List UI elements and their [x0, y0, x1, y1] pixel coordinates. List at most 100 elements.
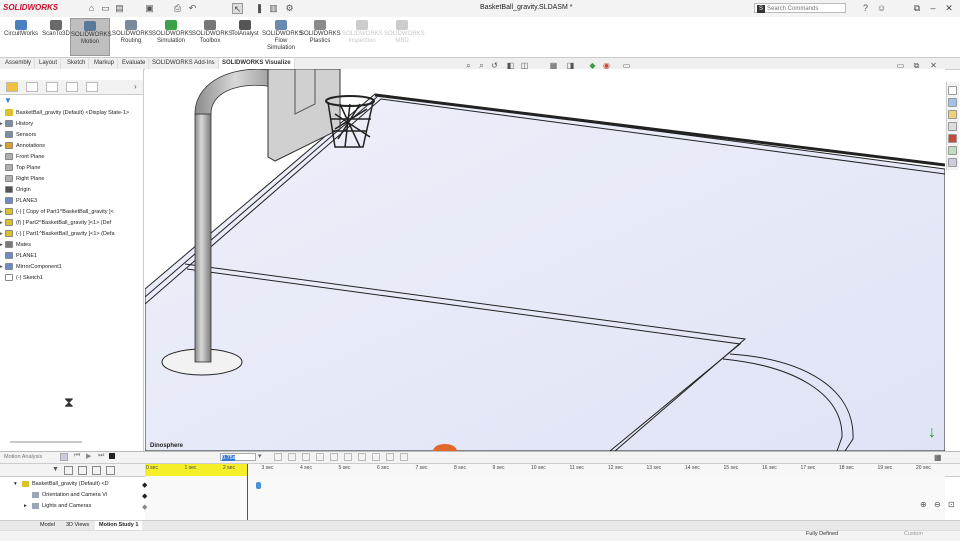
feature-tree-tab-icon[interactable] — [6, 82, 18, 92]
file-properties-icon[interactable]: ▥ — [268, 3, 279, 14]
tree-item[interactable]: Sensors — [0, 130, 143, 141]
collapse-tree-icon[interactable] — [92, 466, 101, 475]
home-icon[interactable]: ⌂ — [86, 3, 97, 14]
playback-time-field[interactable]: 0.75s — [220, 453, 256, 461]
tree-item[interactable]: ▸ Mates — [0, 240, 143, 251]
motion-table-icon[interactable]: ▦ — [934, 453, 942, 462]
filter-selected-icon[interactable] — [78, 466, 87, 475]
tree-item[interactable]: ▸ (-) [ Copy of Part1^BasketBall_gravity … — [0, 207, 143, 218]
graphics-viewport[interactable]: Dinosphere — [145, 69, 945, 451]
configuration-manager-tab-icon[interactable] — [46, 82, 58, 92]
tab-layout[interactable]: Layout — [36, 58, 62, 69]
undo-icon[interactable]: ↶ — [187, 3, 198, 14]
resources-icon[interactable] — [948, 98, 957, 107]
account-icon[interactable]: ☺ — [876, 3, 887, 14]
chevron-right-icon[interactable]: › — [134, 82, 137, 91]
display-manager-tab-icon[interactable] — [86, 82, 98, 92]
dynamic-annotation-icon[interactable]: ◫ — [520, 61, 529, 70]
file-explorer-icon[interactable] — [948, 122, 957, 131]
expand-arrow-icon[interactable]: ▾ — [14, 479, 22, 490]
filter-animated-icon[interactable]: ▼ — [52, 466, 59, 473]
viewport-close-icon[interactable]: ✕ — [929, 61, 938, 70]
tree-item[interactable]: ▸ (f) [ Part2^BasketBall_gravity ]<1> (De… — [0, 218, 143, 229]
close-icon[interactable]: ✕ — [942, 2, 956, 15]
print-icon[interactable]: ⎙ — [172, 3, 183, 14]
restore-window-icon[interactable]: ⧉ — [910, 2, 924, 15]
design-library-icon[interactable] — [948, 110, 957, 119]
time-bar[interactable] — [247, 464, 248, 520]
viewport-minimize-icon[interactable]: ▭ — [896, 61, 905, 70]
study-type-select[interactable]: Motion Analysis — [4, 454, 42, 460]
search-commands-input[interactable]: Search Commands — [754, 3, 846, 13]
motion-tree-row[interactable]: Orientation and Camera Vi — [0, 490, 140, 501]
tree-item[interactable]: Top Plane — [0, 163, 143, 174]
view-orientation-icon[interactable]: ▦ — [549, 61, 558, 70]
zoom-out-timeline-icon[interactable]: ⊖ — [934, 500, 941, 509]
zoom-timeline-icon[interactable] — [106, 466, 115, 475]
previous-view-icon[interactable]: ↺ — [490, 61, 499, 70]
property-manager-tab-icon[interactable] — [26, 82, 38, 92]
ribbon-button-inspection[interactable]: SOLIDWORKS Inspection — [342, 18, 383, 56]
zoom-to-fit-icon[interactable]: ⌕ — [464, 61, 473, 70]
key-point-1[interactable]: ◆ — [142, 481, 147, 489]
zoom-fit-timeline-icon[interactable]: ⊡ — [948, 500, 955, 509]
ribbon-button-routing[interactable]: SOLIDWORKS Routing — [112, 18, 153, 56]
hide-show-items-icon[interactable]: ◆ — [588, 61, 597, 70]
ribbon-button-plastics[interactable]: SOLIDWORKS Plastics — [300, 18, 341, 56]
key-point-2[interactable]: ◆ — [142, 492, 147, 500]
timeline-key[interactable] — [256, 482, 261, 489]
save-icon[interactable]: ▣ — [144, 3, 155, 14]
ribbon-button-scan[interactable]: ScanTo3D — [42, 18, 70, 56]
ribbon-button-mbd[interactable]: SOLIDWORKS MBD — [384, 18, 425, 56]
home-taskpane-icon[interactable] — [948, 86, 957, 95]
filter-icon[interactable]: ▼ — [4, 96, 12, 105]
motion-tree-row[interactable]: ▾ BasketBall_gravity (Default) <D — [0, 479, 140, 490]
rebuild-icon[interactable]: ❚ — [254, 3, 265, 14]
panel-scrollbar[interactable] — [10, 441, 82, 443]
tree-item[interactable]: Origin — [0, 185, 143, 196]
tree-item[interactable]: (-) Sketch1 — [0, 273, 143, 284]
zoom-area-icon[interactable]: ⌕ — [477, 61, 486, 70]
view-settings-icon[interactable]: ▭ — [622, 61, 631, 70]
ribbon-button-flow[interactable]: SOLIDWORKS Flow Simulation — [262, 18, 303, 56]
tab-markup[interactable]: Markup — [91, 58, 119, 69]
tree-item[interactable]: ▸ Annotations — [0, 141, 143, 152]
key-point-3[interactable]: ◆ — [142, 503, 147, 511]
play-icon[interactable]: ▶ — [86, 452, 91, 460]
tree-item[interactable]: PLANE3 — [0, 196, 143, 207]
tab-assembly[interactable]: Assembly — [2, 58, 36, 69]
tab-solidworks-visualize[interactable]: SOLIDWORKS Visualize — [219, 58, 295, 69]
tree-root[interactable]: BasketBall_gravity (Default) <Display St… — [0, 108, 143, 119]
motion-tree-row[interactable]: ▸ Lights and Cameras — [0, 501, 140, 512]
select-icon[interactable]: ↖ — [232, 3, 243, 14]
options-icon[interactable]: ⚙ — [284, 3, 295, 14]
bottom-tab-3d-views[interactable]: 3D Views — [62, 521, 93, 530]
open-icon[interactable]: ▤ — [114, 3, 125, 14]
tab-sketch[interactable]: Sketch — [64, 58, 90, 69]
custom-properties-icon[interactable] — [948, 146, 957, 155]
tree-item[interactable]: Front Plane — [0, 152, 143, 163]
timeline-grid[interactable] — [145, 476, 945, 520]
section-view-icon[interactable]: ◧ — [506, 61, 515, 70]
tree-item[interactable]: ▸ History — [0, 119, 143, 130]
minimize-icon[interactable]: – — [926, 2, 940, 15]
tree-item[interactable]: ▸ MirrorComponent1 — [0, 262, 143, 273]
ribbon-button-simulation[interactable]: SOLIDWORKS Simulation — [152, 18, 193, 56]
tree-item[interactable]: Right Plane — [0, 174, 143, 185]
appearances-icon[interactable] — [948, 134, 957, 143]
dimxpert-tab-icon[interactable] — [66, 82, 78, 92]
ribbon-button-tolanalyst[interactable]: TolAnalyst — [230, 18, 260, 56]
tree-item[interactable]: ▸ (-) [ Part1^BasketBall_gravity ]<1> (De… — [0, 229, 143, 240]
ribbon-button-motion[interactable]: SOLIDWORKS Motion — [70, 18, 112, 56]
play-from-start-icon[interactable]: ⏮ — [74, 452, 80, 460]
ribbon-button-toolbox[interactable]: SOLIDWORKS Toolbox — [192, 18, 233, 56]
edit-appearance-icon[interactable]: ◉ — [602, 61, 611, 70]
new-document-icon[interactable]: ▭ — [100, 3, 111, 14]
bottom-tab-motion-study-1[interactable]: Motion Study 1 — [95, 521, 143, 530]
help-icon[interactable]: ? — [860, 3, 871, 14]
units-selector[interactable]: Custom — [904, 531, 923, 537]
display-style-icon[interactable]: ◨ — [566, 61, 575, 70]
tab-solidworks-add-ins[interactable]: SOLIDWORKS Add-Ins — [149, 58, 219, 69]
filter-driving-icon[interactable] — [64, 466, 73, 475]
expand-arrow-icon[interactable]: ▸ — [24, 501, 32, 512]
